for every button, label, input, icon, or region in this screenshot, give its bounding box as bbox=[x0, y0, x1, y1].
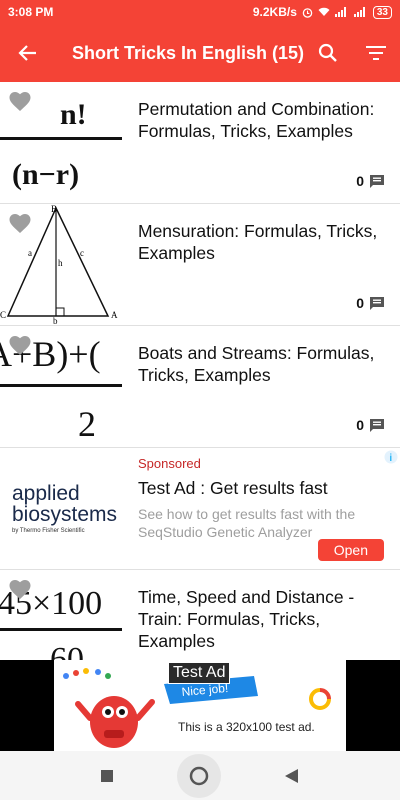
battery-icon: 33 bbox=[372, 5, 392, 19]
app-bar: Short Tricks In English (15) bbox=[0, 24, 400, 82]
favorite-heart-icon[interactable] bbox=[8, 212, 32, 234]
item-title: Mensuration: Formulas, Tricks, Examples bbox=[138, 221, 378, 263]
alarm-icon bbox=[302, 7, 313, 18]
ad-open-button[interactable]: Open bbox=[317, 539, 384, 561]
thumbnail: A+B)+( 2 bbox=[0, 326, 122, 447]
ad-title: Test Ad : Get results fast bbox=[138, 478, 328, 498]
thumbnail: 45×100 60 bbox=[0, 570, 122, 662]
status-bar: 3:08 PM 9.2KB/s 33 bbox=[0, 0, 400, 24]
favorite-heart-icon[interactable] bbox=[8, 90, 32, 112]
thumbnail: n! (n−r) bbox=[0, 82, 122, 203]
item-title: Boats and Streams: Formulas, Tricks, Exa… bbox=[138, 343, 375, 385]
svg-text:C: C bbox=[0, 310, 6, 320]
arrow-back-icon bbox=[18, 45, 36, 61]
svg-text:a: a bbox=[28, 248, 32, 258]
ad-info-icon[interactable]: i bbox=[384, 450, 398, 464]
sponsored-ad[interactable]: applied biosystems by Thermo Fisher Scie… bbox=[0, 448, 400, 570]
page-title: Short Tricks In English (15) bbox=[71, 42, 305, 63]
test-ad-label: Test Ad bbox=[168, 662, 231, 684]
list-item[interactable]: A+B)+( 2 Boats and Streams: Formulas, Tr… bbox=[0, 326, 400, 448]
status-time: 3:08 PM bbox=[8, 5, 54, 19]
svg-text:B: B bbox=[51, 204, 57, 214]
wifi-icon bbox=[318, 7, 330, 16]
thumbnail: B a c h C b A bbox=[0, 204, 122, 325]
item-title: Time, Speed and Distance -Train: Formula… bbox=[138, 587, 355, 651]
list-item[interactable]: B a c h C b A Mensuration: Formulas, Tri… bbox=[0, 204, 400, 326]
thumb-formula-bottom: (n−r) bbox=[12, 158, 79, 191]
item-title: Permutation and Combination: Formulas, T… bbox=[138, 99, 375, 141]
favorite-heart-icon[interactable] bbox=[8, 334, 32, 356]
thumb-formula-bottom: 60 bbox=[50, 641, 84, 662]
signal-icon bbox=[334, 7, 346, 17]
article-list: n! (n−r) Permutation and Combination: Fo… bbox=[0, 82, 400, 662]
svg-text:b: b bbox=[53, 316, 58, 325]
svg-text:c: c bbox=[80, 248, 84, 258]
back-nav-icon[interactable] bbox=[284, 768, 299, 783]
thumb-formula-bottom: 2 bbox=[78, 404, 96, 444]
ad-logo: applied biosystems by Thermo Fisher Scie… bbox=[12, 482, 118, 534]
comment-count[interactable]: 0 bbox=[356, 417, 384, 433]
sort-icon bbox=[366, 46, 387, 60]
comment-count[interactable]: 0 bbox=[356, 295, 384, 311]
sponsored-label: Sponsored bbox=[138, 456, 201, 471]
list-item[interactable]: 45×100 60 Time, Speed and Distance -Trai… bbox=[0, 570, 400, 662]
comment-icon bbox=[370, 418, 384, 432]
search-icon bbox=[318, 43, 337, 62]
svg-text:A: A bbox=[111, 310, 118, 320]
favorite-heart-icon[interactable] bbox=[8, 578, 32, 600]
home-button-icon[interactable] bbox=[176, 753, 222, 799]
filter-button[interactable] bbox=[352, 24, 400, 82]
comment-icon bbox=[370, 174, 384, 188]
search-button[interactable] bbox=[304, 24, 352, 82]
ad-description: See how to get results fast with the Seq… bbox=[138, 506, 356, 540]
status-speed: 9.2KB/s bbox=[252, 5, 297, 19]
signal-icon-2 bbox=[353, 7, 365, 17]
system-nav-bar bbox=[0, 751, 400, 800]
svg-text:i: i bbox=[389, 453, 392, 464]
svg-text:h: h bbox=[58, 258, 63, 268]
comment-icon bbox=[370, 296, 384, 310]
back-button[interactable] bbox=[0, 24, 56, 82]
comment-count[interactable]: 0 bbox=[356, 173, 384, 189]
recents-button-icon[interactable] bbox=[101, 769, 114, 782]
banner-caption: This is a 320x100 test ad. bbox=[178, 720, 315, 734]
list-item[interactable]: n! (n−r) Permutation and Combination: Fo… bbox=[0, 82, 400, 204]
thumb-formula-top: n! bbox=[60, 98, 87, 131]
